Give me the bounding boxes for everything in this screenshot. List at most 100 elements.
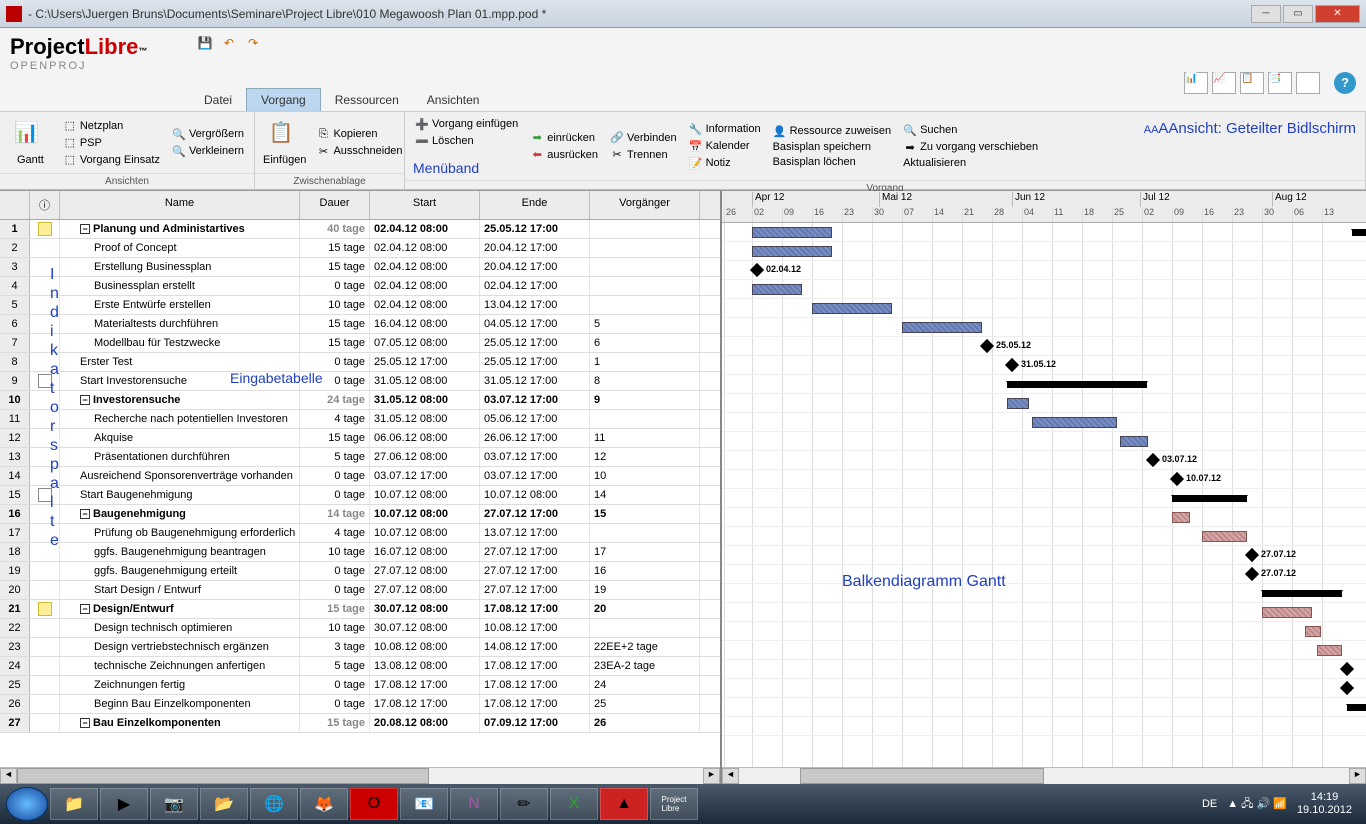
- table-row[interactable]: 17Prüfung ob Baugenehmigung erforderlich…: [0, 524, 720, 543]
- tab-ansichten[interactable]: Ansichten: [413, 89, 494, 111]
- task-name-cell[interactable]: Businessplan erstellt: [60, 277, 300, 295]
- duration-cell[interactable]: 3 tage: [300, 638, 370, 656]
- search-button[interactable]: 🔍Suchen: [901, 122, 1040, 138]
- end-cell[interactable]: 14.08.12 17:00: [480, 638, 590, 656]
- task-name-cell[interactable]: Materialtests durchführen: [60, 315, 300, 333]
- cut-button[interactable]: ✂Ausschneiden: [314, 143, 404, 159]
- duration-cell[interactable]: 0 tage: [300, 353, 370, 371]
- gantt-milestone[interactable]: [1340, 681, 1354, 695]
- predecessor-cell[interactable]: 25: [590, 695, 700, 713]
- start-cell[interactable]: 07.05.12 08:00: [370, 334, 480, 352]
- minimize-button[interactable]: ─: [1251, 5, 1281, 23]
- taskbar-vodafone[interactable]: O: [350, 788, 398, 820]
- duration-column-header[interactable]: Dauer: [300, 191, 370, 219]
- table-row[interactable]: 16−Baugenehmigung14 tage10.07.12 08:0027…: [0, 505, 720, 524]
- start-cell[interactable]: 10.08.12 08:00: [370, 638, 480, 656]
- vorgang-einsatz-button[interactable]: ⬚Vorgang Einsatz: [61, 152, 162, 168]
- end-cell[interactable]: 31.05.12 17:00: [480, 372, 590, 390]
- predecessor-cell[interactable]: 6: [590, 334, 700, 352]
- duration-cell[interactable]: 15 tage: [300, 600, 370, 618]
- insert-task-button[interactable]: ➕Vorgang einfügen: [413, 116, 520, 132]
- duration-cell[interactable]: 15 tage: [300, 714, 370, 732]
- predecessor-cell[interactable]: 9: [590, 391, 700, 409]
- taskbar-app3[interactable]: ✏: [500, 788, 548, 820]
- redo-icon[interactable]: ↷: [244, 34, 262, 52]
- duration-cell[interactable]: 4 tage: [300, 524, 370, 542]
- start-cell[interactable]: 10.07.12 08:00: [370, 486, 480, 504]
- table-row[interactable]: 20Start Design / Entwurf0 tage27.07.12 0…: [0, 581, 720, 600]
- start-cell[interactable]: 27.07.12 08:00: [370, 581, 480, 599]
- table-row[interactable]: 19ggfs. Baugenehmigung erteilt0 tage27.0…: [0, 562, 720, 581]
- task-name-cell[interactable]: Zeichnungen fertig: [60, 676, 300, 694]
- name-column-header[interactable]: Name: [60, 191, 300, 219]
- predecessor-cell[interactable]: [590, 410, 700, 428]
- tab-datei[interactable]: Datei: [190, 89, 246, 111]
- task-name-cell[interactable]: −Planung und Administartives: [60, 220, 300, 238]
- task-name-cell[interactable]: Proof of Concept: [60, 239, 300, 257]
- psp-button[interactable]: ⬚PSP: [61, 135, 162, 151]
- duration-cell[interactable]: 40 tage: [300, 220, 370, 238]
- save-icon[interactable]: 💾: [196, 34, 214, 52]
- table-row[interactable]: 25Zeichnungen fertig0 tage17.08.12 17:00…: [0, 676, 720, 695]
- start-cell[interactable]: 10.07.12 08:00: [370, 524, 480, 542]
- start-cell[interactable]: 13.08.12 08:00: [370, 657, 480, 675]
- task-name-cell[interactable]: Beginn Bau Einzelkomponenten: [60, 695, 300, 713]
- end-cell[interactable]: 04.05.12 17:00: [480, 315, 590, 333]
- duration-cell[interactable]: 4 tage: [300, 410, 370, 428]
- end-cell[interactable]: 03.07.12 17:00: [480, 391, 590, 409]
- task-name-cell[interactable]: Erstellung Businessplan: [60, 258, 300, 276]
- table-row[interactable]: 14Ausreichend Sponsorenverträge vorhande…: [0, 467, 720, 486]
- predecessor-cell[interactable]: 16: [590, 562, 700, 580]
- table-row[interactable]: 2Proof of Concept15 tage02.04.12 08:0020…: [0, 239, 720, 258]
- taskbar-firefox[interactable]: 🦊: [300, 788, 348, 820]
- start-cell[interactable]: 30.07.12 08:00: [370, 619, 480, 637]
- gantt-bar[interactable]: [752, 227, 832, 238]
- gantt-bar[interactable]: [1007, 381, 1147, 388]
- task-name-cell[interactable]: Akquise: [60, 429, 300, 447]
- gantt-bar[interactable]: [812, 303, 892, 314]
- close-button[interactable]: ✕: [1315, 5, 1360, 23]
- end-cell[interactable]: 17.08.12 17:00: [480, 657, 590, 675]
- view-button-3[interactable]: 📋: [1240, 72, 1264, 94]
- task-name-cell[interactable]: Modellbau für Testzwecke: [60, 334, 300, 352]
- table-row[interactable]: 3Erstellung Businessplan15 tage02.04.12 …: [0, 258, 720, 277]
- table-row[interactable]: 4Businessplan erstellt0 tage02.04.12 08:…: [0, 277, 720, 296]
- table-row[interactable]: 7Modellbau für Testzwecke15 tage07.05.12…: [0, 334, 720, 353]
- taskbar-app2[interactable]: 📂: [200, 788, 248, 820]
- gantt-milestone[interactable]: [1245, 548, 1259, 562]
- help-button[interactable]: ?: [1334, 72, 1356, 94]
- task-name-cell[interactable]: ggfs. Baugenehmigung beantragen: [60, 543, 300, 561]
- end-cell[interactable]: 27.07.12 17:00: [480, 562, 590, 580]
- task-name-cell[interactable]: Design technisch optimieren: [60, 619, 300, 637]
- table-row[interactable]: 22Design technisch optimieren10 tage30.0…: [0, 619, 720, 638]
- table-row[interactable]: 10−Investorensuche24 tage31.05.12 08:000…: [0, 391, 720, 410]
- predecessor-cell[interactable]: 5: [590, 315, 700, 333]
- taskbar-ie[interactable]: 🌐: [250, 788, 298, 820]
- taskbar-media[interactable]: ▶: [100, 788, 148, 820]
- gantt-bar[interactable]: [1262, 590, 1342, 597]
- taskbar-app1[interactable]: 📷: [150, 788, 198, 820]
- predecessor-cell[interactable]: [590, 220, 700, 238]
- start-cell[interactable]: 02.04.12 08:00: [370, 296, 480, 314]
- task-name-cell[interactable]: −Design/Entwurf: [60, 600, 300, 618]
- note-button[interactable]: 📝Notiz: [687, 155, 763, 171]
- predecessor-cell[interactable]: [590, 277, 700, 295]
- table-row[interactable]: 27−Bau Einzelkomponenten15 tage20.08.12 …: [0, 714, 720, 733]
- predecessor-cell[interactable]: 11: [590, 429, 700, 447]
- view-button-1[interactable]: 📊: [1184, 72, 1208, 94]
- predecessor-cell[interactable]: 23EA-2 tage: [590, 657, 700, 675]
- information-button[interactable]: 🔧Information: [687, 121, 763, 137]
- update-button[interactable]: Aktualisieren: [901, 156, 1040, 170]
- start-cell[interactable]: 02.04.12 08:00: [370, 239, 480, 257]
- predecessor-cell[interactable]: 26: [590, 714, 700, 732]
- start-cell[interactable]: 03.07.12 17:00: [370, 467, 480, 485]
- start-cell[interactable]: 31.05.12 08:00: [370, 372, 480, 390]
- table-row[interactable]: 21−Design/Entwurf15 tage30.07.12 08:0017…: [0, 600, 720, 619]
- duration-cell[interactable]: 0 tage: [300, 486, 370, 504]
- duration-cell[interactable]: 0 tage: [300, 581, 370, 599]
- table-row[interactable]: 6Materialtests durchführen15 tage16.04.1…: [0, 315, 720, 334]
- zoom-out-button[interactable]: 🔍Verkleinern: [170, 143, 246, 159]
- taskbar-outlook[interactable]: 📧: [400, 788, 448, 820]
- undo-icon[interactable]: ↶: [220, 34, 238, 52]
- task-name-cell[interactable]: Erster Test: [60, 353, 300, 371]
